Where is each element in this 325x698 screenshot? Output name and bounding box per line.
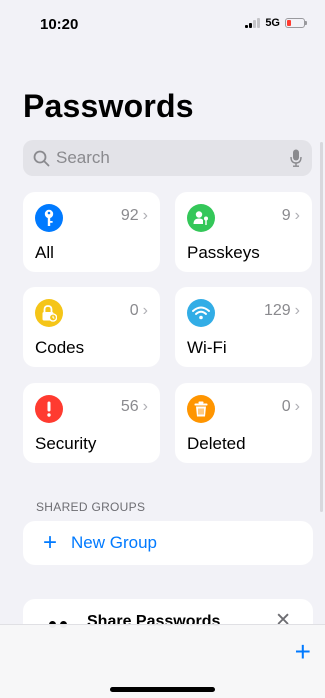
category-label: All	[35, 243, 54, 262]
search-icon	[33, 150, 50, 166]
battery-icon	[285, 18, 307, 28]
person-key-icon	[187, 204, 215, 232]
trash-icon	[187, 395, 215, 423]
category-count: 92 ›	[120, 207, 148, 224]
network-type: 5G	[265, 17, 280, 29]
shared-groups-header: SHARED GROUPS	[36, 500, 146, 514]
search-input[interactable]: Search	[23, 140, 312, 176]
category-label: Wi-Fi	[187, 338, 227, 357]
lock-clock-icon	[35, 299, 63, 327]
page-title: Passwords	[23, 88, 194, 124]
chevron-right-icon: ›	[294, 302, 300, 319]
category-card-codes[interactable]: 0 › Codes	[23, 287, 160, 367]
wifi-icon	[187, 299, 215, 327]
category-label: Passkeys	[187, 243, 260, 262]
category-card-all[interactable]: 92 › All	[23, 192, 160, 272]
new-group-button[interactable]: + New Group	[23, 521, 313, 565]
category-card-passkeys[interactable]: 9 › Passkeys	[175, 192, 312, 272]
status-indicators: 5G	[245, 17, 307, 29]
status-bar: 10:20 5G	[0, 0, 325, 44]
category-card-deleted[interactable]: 0 › Deleted	[175, 383, 312, 463]
category-label: Deleted	[187, 434, 246, 453]
category-count: 0 ›	[281, 398, 300, 415]
signal-icon	[245, 18, 261, 28]
category-card-wifi[interactable]: 129 › Wi-Fi	[175, 287, 312, 367]
home-indicator	[110, 687, 215, 692]
chevron-right-icon: ›	[142, 302, 148, 319]
chevron-right-icon: ›	[294, 398, 300, 415]
category-count: 56 ›	[120, 398, 148, 415]
plus-icon: +	[43, 529, 58, 556]
category-count: 9 ›	[281, 207, 300, 224]
chevron-right-icon: ›	[294, 207, 300, 224]
microphone-icon[interactable]	[290, 149, 302, 167]
category-card-security[interactable]: 56 › Security	[23, 383, 160, 463]
chevron-right-icon: ›	[142, 207, 148, 224]
status-time: 10:20	[40, 16, 79, 33]
category-label: Codes	[35, 338, 85, 357]
search-placeholder: Search	[56, 148, 110, 167]
add-password-button[interactable]: +	[295, 638, 311, 666]
key-icon	[35, 204, 63, 232]
exclamation-icon	[35, 395, 63, 423]
new-group-label: New Group	[71, 533, 157, 552]
scroll-indicator[interactable]	[320, 142, 323, 512]
category-label: Security	[35, 434, 97, 453]
category-count: 0 ›	[129, 302, 148, 319]
chevron-right-icon: ›	[142, 398, 148, 415]
category-count: 129 ›	[263, 302, 300, 319]
